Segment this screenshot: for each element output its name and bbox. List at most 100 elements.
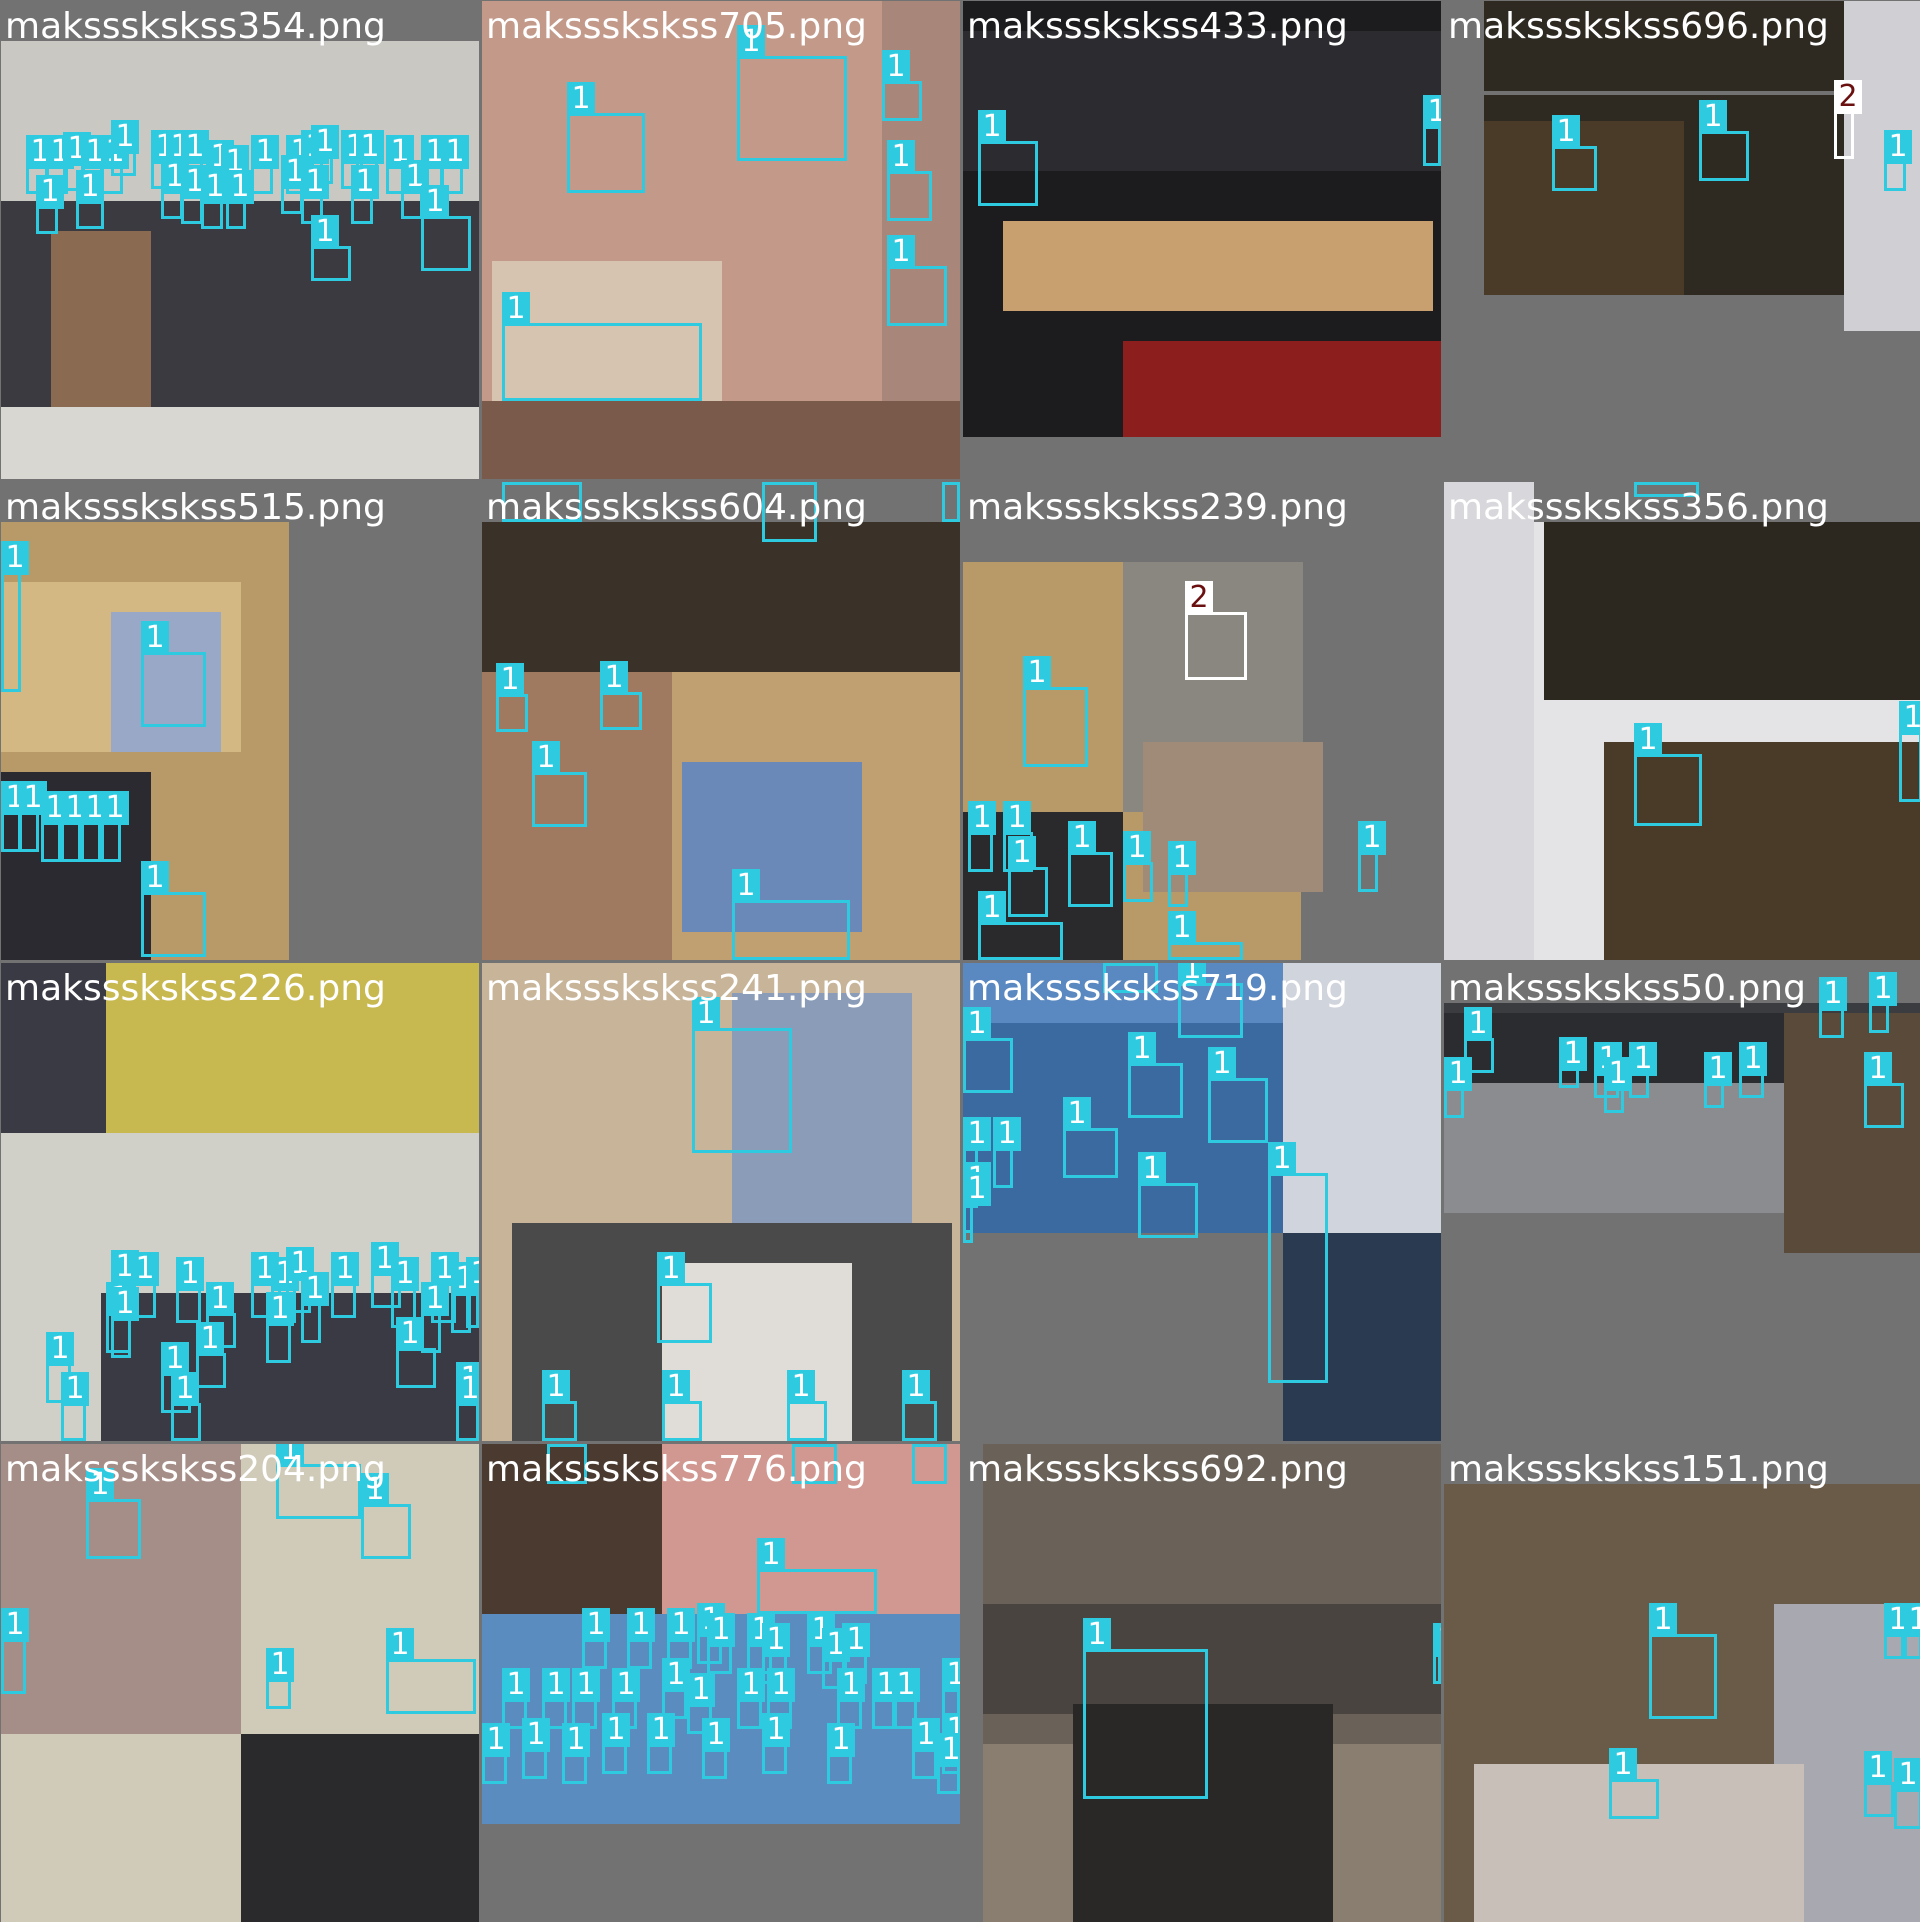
tile-filename: makssskskss433.png bbox=[967, 6, 1348, 47]
tile-filename: makssskskss204.png bbox=[5, 1449, 386, 1490]
photo-patch bbox=[1844, 1, 1920, 331]
detection-label: 1 bbox=[466, 1257, 479, 1291]
detection-label: 1 bbox=[837, 1668, 865, 1702]
detection-label: 1 bbox=[707, 1613, 735, 1647]
detection-label: 1 bbox=[667, 1608, 695, 1642]
detection-box: 1 bbox=[993, 1117, 1021, 1188]
mosaic-tile: 1 1 makssskskss692.png bbox=[963, 1444, 1441, 1922]
detection-box: 1 bbox=[301, 1272, 329, 1343]
detection-label: 1 bbox=[892, 1668, 920, 1702]
detection-label: 1 bbox=[1864, 1052, 1892, 1086]
detection-box: 1 bbox=[1864, 1052, 1904, 1128]
detection-box: 1 bbox=[762, 1713, 790, 1774]
detection-label: 1 bbox=[547, 1444, 575, 1447]
detection-box: 1 bbox=[1634, 723, 1702, 826]
detection-label: 1 bbox=[111, 1287, 139, 1321]
tile-filename: makssskskss692.png bbox=[967, 1449, 1348, 1490]
mosaic-tile: 1 1 1 1 1 1 makssskskss241.png bbox=[482, 963, 960, 1441]
detection-box: 1 bbox=[1699, 100, 1749, 181]
detection-box: 1 bbox=[1068, 821, 1113, 907]
detection-box: 1 bbox=[1884, 130, 1912, 191]
detection-label: 1 bbox=[331, 1252, 359, 1286]
detection-label: 1 bbox=[396, 1317, 424, 1351]
detection-label: 1 bbox=[647, 1713, 675, 1747]
mosaic-tile: 111111111111111111111111111111111maksssk… bbox=[1, 1, 479, 479]
detection-label: 1 bbox=[226, 170, 254, 204]
detection-box: 1 bbox=[1063, 1097, 1118, 1178]
detection-label: 1 bbox=[792, 1444, 820, 1447]
detection-box: 1 bbox=[937, 1733, 960, 1794]
detection-label: 1 bbox=[1123, 831, 1151, 865]
detection-label: 1 bbox=[141, 621, 169, 655]
detection-label: 1 bbox=[627, 1608, 655, 1642]
detection-label: 1 bbox=[301, 1272, 329, 1306]
detection-label: 1 bbox=[1423, 95, 1441, 129]
detection-label: 1 bbox=[1023, 656, 1051, 690]
detection-box: 1 bbox=[902, 1370, 937, 1441]
detection-box: 1 bbox=[421, 185, 471, 271]
detection-box: 1 bbox=[1629, 1042, 1657, 1098]
detection-label: 1 bbox=[502, 482, 530, 485]
detection-box: 1 bbox=[1559, 1037, 1587, 1088]
detection-label: 1 bbox=[251, 135, 279, 169]
detection-box: 2 bbox=[1185, 581, 1247, 680]
mosaic-tile: 1111111111111111111111111111111111111mak… bbox=[482, 1444, 960, 1922]
detection-box: 1 bbox=[757, 1538, 877, 1614]
detection-label: 1 bbox=[887, 235, 915, 269]
detection-label: 1 bbox=[1003, 801, 1031, 835]
detection-label: 1 bbox=[176, 1257, 204, 1291]
detection-box: 1 bbox=[141, 861, 206, 957]
detection-label: 1 bbox=[1884, 130, 1912, 164]
photo-patch bbox=[1544, 522, 1920, 700]
mosaic-tile: 111111111111makssskskss719.png bbox=[963, 963, 1441, 1441]
detection-box: 1 bbox=[978, 891, 1063, 960]
detection-label: 1 bbox=[1083, 1618, 1111, 1652]
detection-box: 1 bbox=[1739, 1042, 1767, 1098]
detection-label: 1 bbox=[1649, 1603, 1677, 1637]
mosaic-tile: 1 1 1 1 1 1 makssskskss204.png bbox=[1, 1444, 479, 1922]
detection-box: 1 bbox=[421, 1282, 449, 1353]
detection-label: 1 bbox=[978, 891, 1006, 925]
tile-filename: makssskskss226.png bbox=[5, 968, 386, 1009]
detection-label: 1 bbox=[1128, 1032, 1156, 1066]
detection-box: 1 bbox=[1208, 1047, 1268, 1143]
detection-label: 1 bbox=[963, 1007, 991, 1041]
detection-box: 1 bbox=[266, 1292, 294, 1363]
detection-label: 1 bbox=[963, 1117, 991, 1151]
detection-label: 1 bbox=[657, 1252, 685, 1286]
detection-label: 1 bbox=[1894, 1758, 1920, 1792]
detection-box: 1 bbox=[386, 1628, 476, 1714]
photo-patch bbox=[1784, 1013, 1920, 1253]
detection-label: 1 bbox=[441, 135, 469, 169]
mosaic-tile: 1 1 1 1 1 1 makssskskss151.png bbox=[1444, 1444, 1920, 1922]
detection-box: 1 bbox=[707, 1613, 735, 1674]
mosaic-tile: 1 1 makssskskss433.png bbox=[963, 1, 1441, 479]
detection-label: 1 bbox=[266, 1648, 294, 1682]
detection-label: 1 bbox=[767, 1668, 795, 1702]
detection-box: 1 bbox=[171, 1372, 201, 1441]
detection-box: 1 bbox=[61, 791, 89, 862]
detection-label: 1 bbox=[1559, 1037, 1587, 1071]
detection-box: 1 bbox=[542, 1370, 577, 1441]
detection-box: 1 bbox=[942, 482, 960, 522]
detection-box: 2 bbox=[1834, 80, 1862, 159]
detection-box: 1 bbox=[627, 1608, 655, 1669]
detection-box: 1 bbox=[1268, 1142, 1328, 1383]
detection-box: 1 bbox=[887, 140, 932, 221]
detection-label: 1 bbox=[1268, 1142, 1296, 1176]
detection-label: 1 bbox=[502, 1668, 530, 1702]
detection-box: 1 bbox=[251, 135, 279, 194]
detection-label: 1 bbox=[1103, 963, 1131, 966]
detection-label: 1 bbox=[131, 1252, 159, 1286]
detection-box: 1 bbox=[567, 82, 645, 193]
detection-label: 1 bbox=[101, 791, 129, 825]
photo-patch bbox=[482, 1484, 662, 1614]
detection-label: 1 bbox=[61, 1372, 89, 1406]
mosaic-tile: 1 1 1 2 makssskskss696.png bbox=[1444, 1, 1920, 479]
detection-box: 1 bbox=[1869, 972, 1897, 1033]
detection-box: 1 bbox=[351, 165, 379, 224]
tile-filename: makssskskss239.png bbox=[967, 487, 1348, 528]
detection-label: 1 bbox=[842, 1623, 870, 1657]
detection-box: 1 bbox=[266, 1648, 294, 1709]
detection-box: 1 bbox=[978, 110, 1038, 206]
